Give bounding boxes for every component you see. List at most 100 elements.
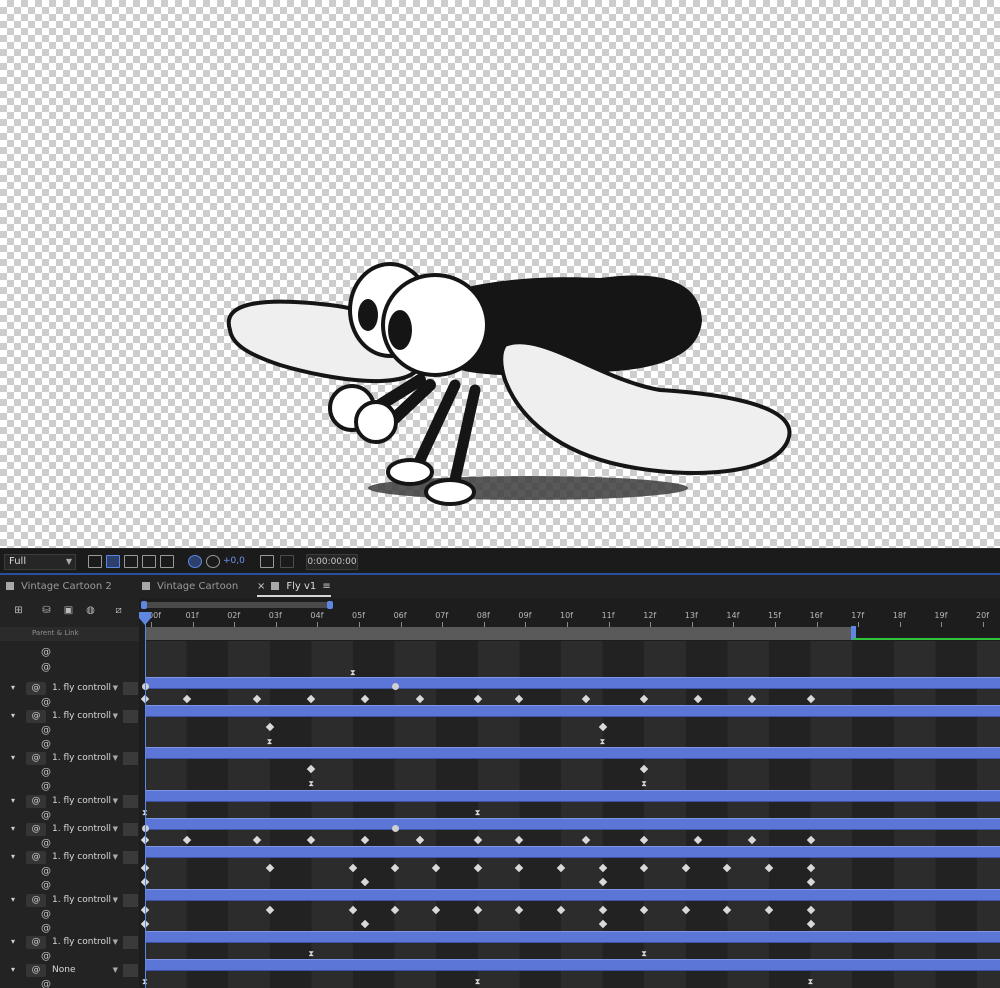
- current-time-indicator[interactable]: [145, 622, 146, 988]
- layer-duration-bar[interactable]: [145, 747, 1000, 759]
- keyframe[interactable]: ⧗: [808, 978, 814, 986]
- parent-pickwhip-icon[interactable]: @: [26, 851, 46, 864]
- keyframe[interactable]: ⧗: [600, 738, 606, 746]
- motion-blur-icon[interactable]: ◍: [84, 605, 97, 617]
- expression-pickwhip-icon[interactable]: @: [41, 724, 51, 737]
- layer-switch-box[interactable]: [123, 795, 138, 808]
- expression-pickwhip-icon[interactable]: @: [41, 646, 51, 659]
- expression-pickwhip-icon[interactable]: @: [41, 922, 51, 935]
- keyframe[interactable]: ⧗: [308, 780, 314, 788]
- guides-icon[interactable]: [142, 555, 156, 568]
- layer-duration-bar[interactable]: [145, 818, 1000, 830]
- twirl-down-icon[interactable]: ▾: [11, 796, 15, 805]
- layer-switch-box[interactable]: [123, 851, 138, 864]
- keyframe[interactable]: ⧗: [641, 780, 647, 788]
- expression-pickwhip-icon[interactable]: @: [41, 738, 51, 751]
- layer-duration-bar[interactable]: [145, 959, 1000, 971]
- parent-pickwhip-icon[interactable]: @: [26, 964, 46, 977]
- layer-row[interactable]: ▾ @1. fly controll ▼: [0, 682, 139, 696]
- twirl-down-icon[interactable]: ▾: [11, 683, 15, 692]
- transparency-grid-icon[interactable]: [106, 555, 120, 568]
- layer-duration-bar[interactable]: [145, 889, 1000, 901]
- parent-dropdown[interactable]: 1. fly controll ▼: [48, 894, 120, 907]
- expression-pickwhip-icon[interactable]: @: [41, 809, 51, 822]
- parent-pickwhip-icon[interactable]: @: [26, 894, 46, 907]
- layer-duration-bar[interactable]: [145, 705, 1000, 717]
- keyframe[interactable]: [391, 683, 399, 690]
- graph-editor-icon[interactable]: ⧄: [112, 605, 125, 617]
- keyframe[interactable]: ⧗: [350, 669, 356, 677]
- expression-pickwhip-icon[interactable]: @: [41, 865, 51, 878]
- keyframe[interactable]: ⧗: [641, 950, 647, 958]
- close-icon[interactable]: ×: [257, 581, 265, 592]
- keyframe[interactable]: [391, 825, 399, 832]
- parent-pickwhip-icon[interactable]: @: [26, 795, 46, 808]
- layer-switch-box[interactable]: [123, 894, 138, 907]
- layer-row[interactable]: ▾ @1. fly controll ▼: [0, 752, 139, 766]
- layer-row[interactable]: ▾ @1. fly controll ▼: [0, 851, 139, 865]
- expression-pickwhip-icon[interactable]: @: [41, 950, 51, 963]
- twirl-down-icon[interactable]: ▾: [11, 824, 15, 833]
- exposure-reset-icon[interactable]: [206, 555, 220, 568]
- parent-dropdown[interactable]: 1. fly controll ▼: [48, 936, 120, 949]
- expression-pickwhip-icon[interactable]: @: [41, 780, 51, 793]
- twirl-down-icon[interactable]: ▾: [11, 937, 15, 946]
- composition-flowchart-icon[interactable]: ⊞: [12, 605, 25, 617]
- parent-pickwhip-icon[interactable]: @: [26, 752, 46, 765]
- layer-switch-box[interactable]: [123, 710, 138, 723]
- tab-vintage-cartoon[interactable]: Vintage Cartoon: [142, 579, 238, 597]
- current-time-display[interactable]: 0:00:00:00: [306, 554, 358, 570]
- parent-dropdown[interactable]: 1. fly controll ▼: [48, 710, 120, 723]
- layer-duration-bar[interactable]: [145, 790, 1000, 802]
- twirl-down-icon[interactable]: ▾: [11, 711, 15, 720]
- parent-pickwhip-icon[interactable]: @: [26, 936, 46, 949]
- timeline-graph[interactable]: 00f 01f 02f 03f 04f 05f 06f 07f 08f 09f 10f 11f 12f 1…: [139, 598, 1000, 988]
- expression-pickwhip-icon[interactable]: @: [41, 696, 51, 709]
- parent-dropdown[interactable]: None ▼: [48, 964, 120, 977]
- layer-row[interactable]: ▾ @1. fly controll ▼: [0, 936, 139, 950]
- composition-range-bar[interactable]: [145, 627, 853, 640]
- exposure-value[interactable]: +0,0: [223, 556, 245, 566]
- 3d-view-icon[interactable]: [160, 555, 174, 568]
- color-management-icon[interactable]: [188, 555, 202, 568]
- expression-pickwhip-icon[interactable]: @: [41, 908, 51, 921]
- layer-switch-box[interactable]: [123, 936, 138, 949]
- layer-switch-box[interactable]: [123, 823, 138, 836]
- layer-duration-bar[interactable]: [145, 931, 1000, 943]
- layer-row[interactable]: ▾ @1. fly controll ▼: [0, 823, 139, 837]
- expression-pickwhip-icon[interactable]: @: [41, 661, 51, 674]
- snapshot-icon[interactable]: [260, 555, 274, 568]
- twirl-down-icon[interactable]: ▾: [11, 852, 15, 861]
- parent-dropdown[interactable]: 1. fly controll ▼: [48, 682, 120, 695]
- tab-vintage-cartoon-2[interactable]: Vintage Cartoon 2: [6, 579, 112, 597]
- mask-visibility-icon[interactable]: [124, 555, 138, 568]
- twirl-down-icon[interactable]: ▾: [11, 753, 15, 762]
- composition-viewer[interactable]: [0, 0, 1000, 548]
- parent-pickwhip-icon[interactable]: @: [26, 823, 46, 836]
- parent-pickwhip-icon[interactable]: @: [26, 710, 46, 723]
- layer-row[interactable]: ▾ @ None ▼: [0, 964, 139, 978]
- parent-dropdown[interactable]: 1. fly controll ▼: [48, 752, 120, 765]
- keyframe[interactable]: ⧗: [308, 950, 314, 958]
- layer-row[interactable]: ▾ @1. fly controll ▼: [0, 710, 139, 724]
- layer-row[interactable]: ▾ @1. fly controll ▼: [0, 795, 139, 809]
- show-snapshot-icon[interactable]: [280, 555, 294, 568]
- parent-dropdown[interactable]: 1. fly controll ▼: [48, 851, 120, 864]
- layer-row[interactable]: ▾ @1. fly controll ▼: [0, 894, 139, 908]
- expression-pickwhip-icon[interactable]: @: [41, 766, 51, 779]
- keyframe[interactable]: ⧗: [475, 809, 481, 817]
- time-ruler[interactable]: 00f 01f 02f 03f 04f 05f 06f 07f 08f 09f 10f 11f 12f 1…: [139, 608, 1000, 627]
- region-of-interest-icon[interactable]: [88, 555, 102, 568]
- parent-dropdown[interactable]: 1. fly controll ▼: [48, 795, 120, 808]
- panel-menu-icon[interactable]: ≡: [322, 581, 330, 592]
- keyframe[interactable]: ⧗: [475, 978, 481, 986]
- shy-layers-icon[interactable]: ⛁: [40, 605, 53, 617]
- layer-switch-box[interactable]: [123, 964, 138, 977]
- frame-blending-icon[interactable]: ▣: [62, 605, 75, 617]
- resolution-dropdown[interactable]: Full ▼: [4, 554, 76, 570]
- twirl-down-icon[interactable]: ▾: [11, 895, 15, 904]
- layer-duration-bar[interactable]: [145, 677, 1000, 689]
- timeline-tracks[interactable]: ⧗⧗⧗⧗⧗⧗⧗⧗⧗⧗⧗⧗: [139, 641, 1000, 988]
- expression-pickwhip-icon[interactable]: @: [41, 837, 51, 850]
- expression-pickwhip-icon[interactable]: @: [41, 879, 51, 892]
